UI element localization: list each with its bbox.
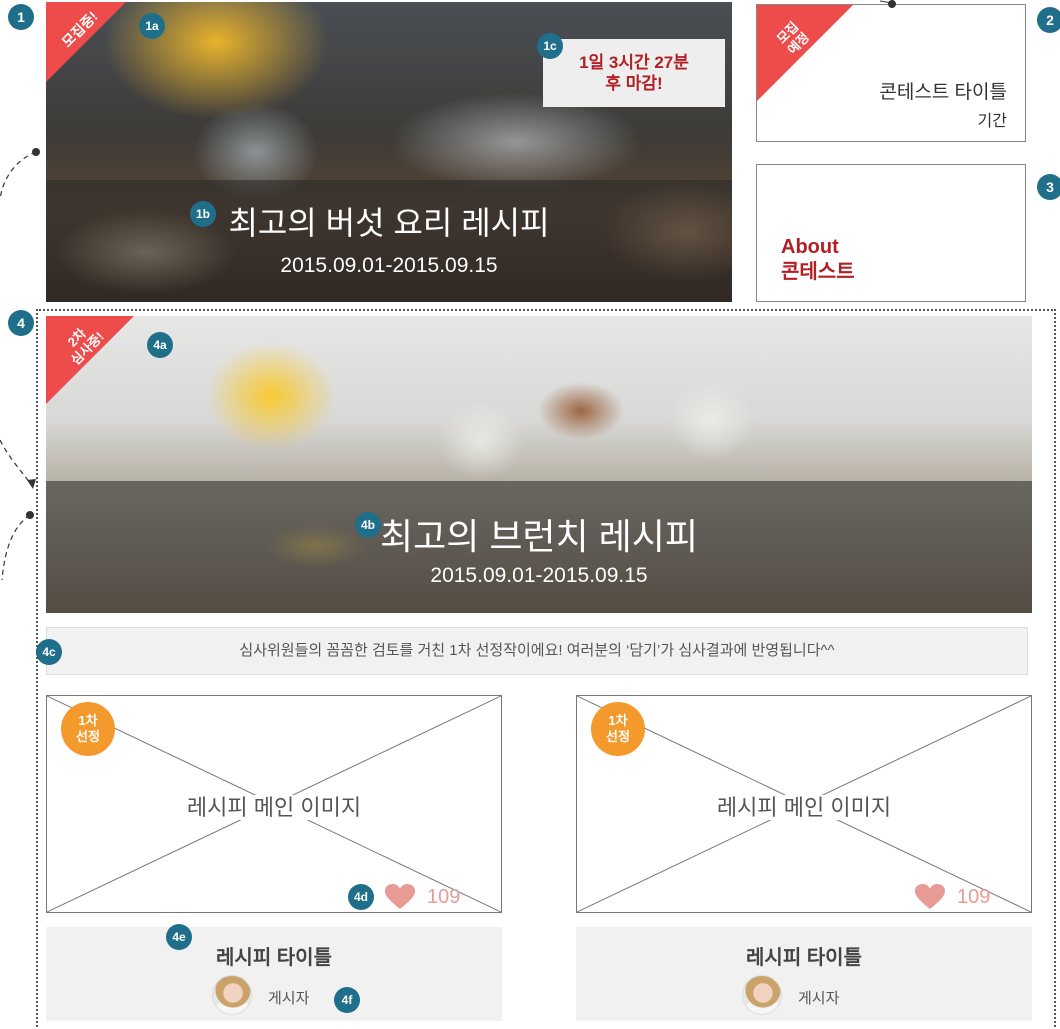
heart-icon[interactable] (385, 884, 415, 910)
annotation-marker-2: 2 (1037, 7, 1060, 33)
image-placeholder-label: 레시피 메인 이미지 (577, 790, 1031, 822)
recipe-title[interactable]: 레시피 타이틀 (576, 941, 1032, 970)
annotation-marker-4a: 4a (147, 332, 173, 358)
like-count: 109 (427, 886, 461, 908)
countdown-line-1: 1일 3시간 27분 (579, 53, 689, 72)
annotation-marker-1: 1 (8, 4, 34, 30)
annotation-marker-1b: 1b (190, 201, 216, 227)
like-count: 109 (957, 886, 991, 908)
annotation-marker-3: 3 (1037, 174, 1060, 200)
author-name[interactable]: 게시자 (798, 987, 839, 1008)
recipe-card-image[interactable]: 레시피 메인 이미지 1차 선정 109 (46, 695, 502, 913)
author-avatar (212, 975, 252, 1015)
contest-title[interactable]: 최고의 브런치 레시피 (46, 508, 1032, 560)
pin-dot (880, 0, 896, 8)
annotation-marker-1a: 1a (139, 13, 165, 39)
about-contest-link[interactable]: About 콘테스트 (756, 164, 1026, 302)
image-placeholder-label: 레시피 메인 이미지 (47, 790, 501, 822)
annotation-marker-1c: 1c (537, 33, 563, 59)
heart-icon[interactable] (915, 884, 945, 910)
judging-notice: 심사위원들의 꼼꼼한 검토를 거친 1차 선정작이에요! 여러분의 ‘담기’가 … (46, 627, 1028, 675)
selected-badge: 1차 선정 (61, 702, 115, 756)
contest-period-label: 기간 (977, 113, 1007, 130)
selected-badge: 1차 선정 (591, 702, 645, 756)
countdown-box: 1일 3시간 27분 후 마감! (543, 39, 725, 107)
annotation-marker-4f: 4f (334, 987, 360, 1013)
recipe-title[interactable]: 레시피 타이틀 (46, 941, 502, 970)
contest-hero-1[interactable]: 모집중! 1일 3시간 27분 후 마감! 최고의 버섯 요리 레시피 2015… (46, 2, 732, 302)
contest-title: 콘테스트 타이틀 (879, 82, 1007, 103)
annotation-marker-4d: 4d (348, 884, 374, 910)
about-label: About 콘테스트 (781, 236, 855, 283)
contest-title[interactable]: 최고의 버섯 요리 레시피 (46, 198, 732, 244)
recipe-card-info[interactable]: 레시피 타이틀 게시자 (576, 927, 1032, 1021)
recipe-card-info[interactable]: 레시피 타이틀 게시자 (46, 927, 502, 1021)
upcoming-contest-card[interactable]: 모집 예정 콘테스트 타이틀 기간 (756, 4, 1026, 142)
annotation-marker-4e: 4e (166, 924, 192, 950)
contest-period: 2015.09.01-2015.09.15 (280, 254, 498, 277)
recipe-card-image[interactable]: 레시피 메인 이미지 1차 선정 109 (576, 695, 1032, 913)
annotation-marker-4: 4 (8, 310, 34, 336)
annotation-marker-4b: 4b (355, 512, 381, 538)
countdown-line-2: 후 마감! (605, 74, 663, 93)
author-avatar (742, 975, 782, 1015)
contest-hero-4[interactable]: 2차 심사중! 최고의 브런치 레시피 2015.09.01-2015.09.1… (46, 316, 1032, 613)
contest-period: 2015.09.01-2015.09.15 (430, 564, 648, 587)
annotation-marker-4c: 4c (36, 639, 62, 665)
author-name[interactable]: 게시자 (268, 987, 309, 1008)
